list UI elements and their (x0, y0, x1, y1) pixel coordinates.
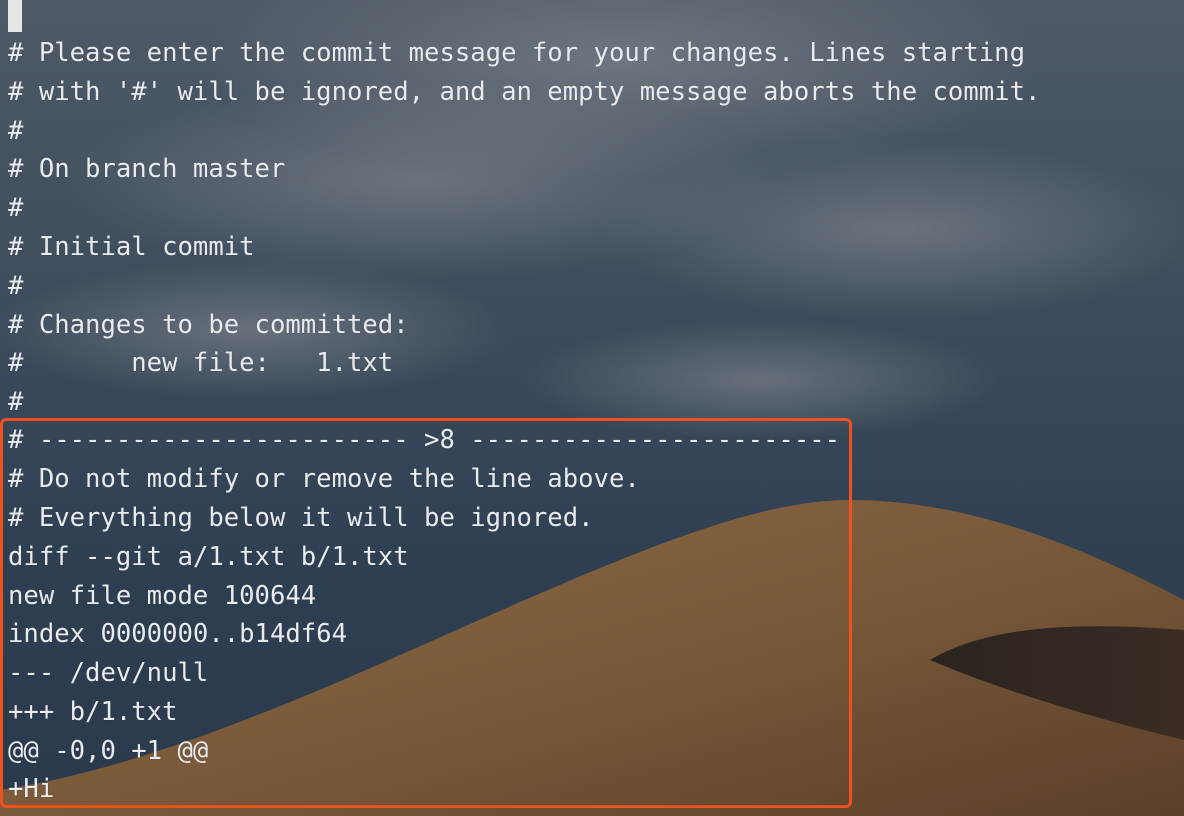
commit-template-line: # (8, 387, 24, 417)
branch-line: # On branch master (8, 154, 286, 184)
highlight-annotation-box (0, 418, 852, 808)
initial-commit-line: # Initial commit (8, 232, 255, 262)
commit-template-line: # with '#' will be ignored, and an empty… (8, 77, 1041, 107)
new-file-line: # new file: 1.txt (8, 348, 394, 378)
commit-template-line: # (8, 116, 24, 146)
commit-template-line: # (8, 271, 24, 301)
text-cursor (8, 0, 22, 32)
commit-template-line: # Please enter the commit message for yo… (8, 38, 1025, 68)
changes-header-line: # Changes to be committed: (8, 310, 409, 340)
commit-template-line: # (8, 193, 24, 223)
